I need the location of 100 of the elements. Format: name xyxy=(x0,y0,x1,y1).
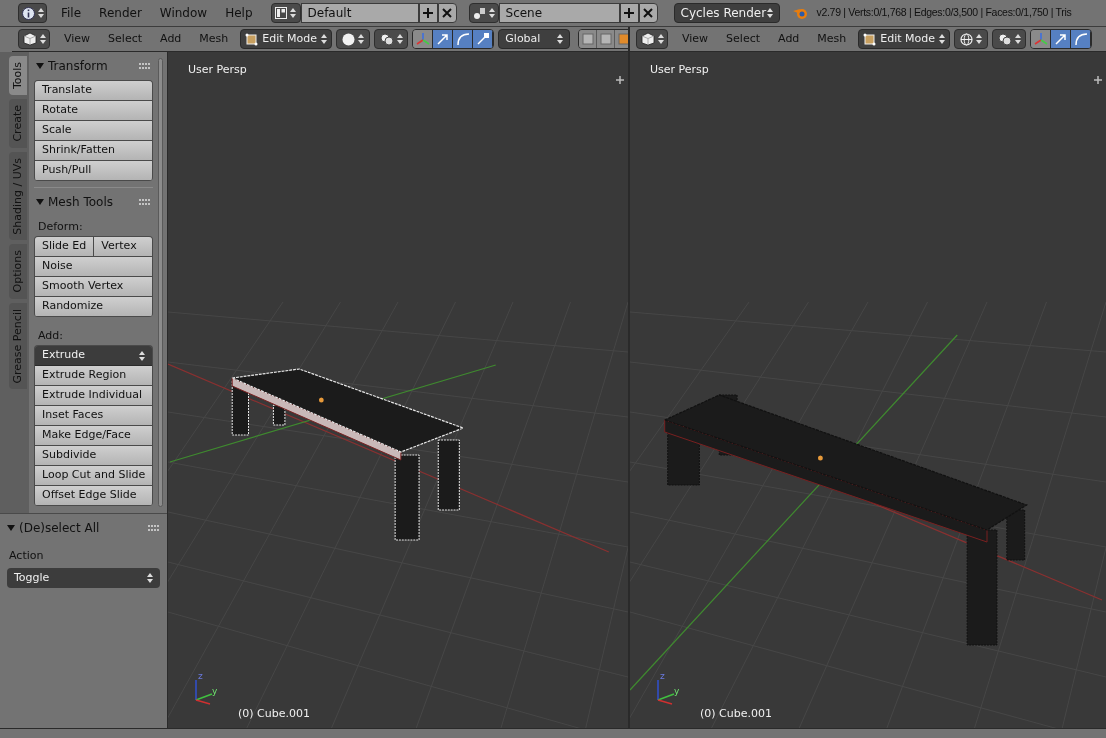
menu-item[interactable]: Select xyxy=(108,30,143,48)
plus-icon xyxy=(624,8,634,18)
up-down-arrows-icon xyxy=(557,34,564,44)
axes-icon xyxy=(415,32,430,46)
axes-icon xyxy=(1033,32,1048,46)
up-down-arrows-icon xyxy=(358,34,365,44)
up-down-arrows-icon xyxy=(657,34,664,44)
editor-type-dropdown[interactable] xyxy=(18,29,50,49)
pivot-icon xyxy=(379,32,394,46)
tool-button[interactable]: Push/Pull xyxy=(35,161,153,181)
scene-objects-icon xyxy=(472,6,486,20)
expand-corner-icon xyxy=(1094,76,1102,84)
tool-button[interactable]: Randomize xyxy=(35,297,153,317)
up-down-arrows-icon xyxy=(1014,34,1021,44)
menu-item[interactable]: Add xyxy=(160,30,182,48)
drag-grip-icon xyxy=(139,199,152,205)
menu-item[interactable]: Mesh xyxy=(199,30,229,48)
scene-dropdown[interactable] xyxy=(468,3,499,23)
screen-layout-dropdown[interactable] xyxy=(270,3,301,23)
manipulator-toggle[interactable] xyxy=(413,30,434,48)
vertical-tab[interactable]: Tools xyxy=(9,56,27,96)
tool-button[interactable]: Translate xyxy=(35,81,153,101)
tool-button[interactable]: Slide Ed xyxy=(35,237,95,257)
tool-button[interactable]: Rotate xyxy=(35,101,153,121)
close-icon xyxy=(442,8,452,18)
tool-button[interactable]: Vertex xyxy=(94,237,153,257)
menu-item[interactable]: Mesh xyxy=(817,30,847,48)
tool-button[interactable]: Extrude Region xyxy=(35,366,153,386)
up-down-arrows-icon xyxy=(321,34,328,44)
tool-button[interactable]: Extrude Individual xyxy=(35,386,153,406)
tool-button[interactable]: Subdivide xyxy=(35,446,153,466)
editor-type-dropdown[interactable] xyxy=(18,3,47,23)
manipulator-toggle[interactable] xyxy=(433,30,454,48)
arrow-icon xyxy=(1053,32,1068,46)
object-name-label: (0) Cube.001 xyxy=(238,705,310,722)
viewport-shading-dropdown[interactable] xyxy=(336,29,371,49)
extrude-dropdown[interactable]: Extrude xyxy=(35,346,153,366)
pivot-icon xyxy=(997,32,1012,46)
tool-button[interactable]: Smooth Vertex xyxy=(35,277,153,297)
menu-item[interactable]: File xyxy=(61,4,82,22)
scene-statistics: v2.79 | Verts:0/1,768 | Edges:0/3,500 | Faces:0/1,750 | Tris xyxy=(816,5,1072,21)
render-engine-dropdown[interactable]: Cycles Render xyxy=(673,3,780,23)
mode-dropdown[interactable]: Edit Mode xyxy=(240,29,333,49)
panel-title[interactable]: Transform xyxy=(48,57,108,75)
tool-button[interactable]: Loop Cut and Slide xyxy=(35,466,153,486)
up-down-arrows-icon xyxy=(488,8,495,18)
cube-icon xyxy=(599,33,612,45)
up-down-arrows-icon xyxy=(396,34,403,44)
up-down-arrows-icon xyxy=(39,34,46,44)
layer-cube-button[interactable] xyxy=(579,30,598,48)
action-dropdown[interactable]: Toggle xyxy=(7,568,160,588)
tool-button[interactable]: Offset Edge Slide xyxy=(35,486,153,506)
screen-name-field[interactable]: Default xyxy=(300,3,419,23)
up-down-arrows-icon xyxy=(139,350,146,361)
cube-icon xyxy=(640,32,655,46)
menu-item[interactable]: Render xyxy=(99,4,142,22)
manipulator-toggle[interactable] xyxy=(453,30,474,48)
menu-item[interactable]: Add xyxy=(778,30,800,48)
panel-title[interactable]: (De)select All xyxy=(19,519,100,537)
editor-type-dropdown[interactable] xyxy=(636,29,668,49)
up-down-arrows-icon xyxy=(37,8,44,18)
up-down-arrows-icon xyxy=(147,573,153,583)
viewport-shading-dropdown[interactable] xyxy=(954,29,989,49)
manipulator-toggle[interactable] xyxy=(1071,30,1092,48)
pivot-point-dropdown[interactable] xyxy=(374,29,409,49)
section-label: Deform: xyxy=(37,219,84,235)
tool-button[interactable]: Inset Faces xyxy=(35,406,153,426)
menu-item[interactable]: View xyxy=(64,30,91,48)
field-label: Action xyxy=(9,548,45,564)
tool-button[interactable]: Shrink/Fatten xyxy=(35,141,153,161)
menu-item[interactable]: View xyxy=(682,30,709,48)
plus-icon xyxy=(423,8,433,18)
section-label: Add: xyxy=(37,328,64,344)
mode-dropdown[interactable]: Edit Mode xyxy=(858,29,951,49)
axis-gizmo-drawing: z y xyxy=(652,672,684,706)
menu-item[interactable]: Help xyxy=(225,4,253,22)
manipulator-toggle[interactable] xyxy=(473,30,494,48)
layer-cube-button[interactable] xyxy=(597,30,616,48)
scene-name-field[interactable]: Scene xyxy=(498,3,620,23)
expand-corner-icon xyxy=(616,76,624,84)
arrow-icon xyxy=(435,32,450,46)
layout-icon xyxy=(275,7,287,19)
menu-item[interactable]: Select xyxy=(726,30,761,48)
arc-icon xyxy=(455,32,470,46)
orientation-dropdown[interactable]: Global xyxy=(498,29,571,49)
axis-gizmo-drawing: z y xyxy=(190,672,222,706)
up-down-arrows-icon xyxy=(766,8,773,18)
scale-handle-icon xyxy=(475,32,490,46)
tool-button[interactable]: Noise xyxy=(35,257,153,277)
manipulator-toggle[interactable] xyxy=(1051,30,1072,48)
panel-title[interactable]: Mesh Tools xyxy=(48,193,113,211)
drag-grip-icon xyxy=(139,63,152,69)
tool-button[interactable]: Make Edge/Face xyxy=(35,426,153,446)
pivot-point-dropdown[interactable] xyxy=(992,29,1027,49)
menu-item[interactable]: Window xyxy=(159,4,208,22)
tool-button[interactable]: Scale xyxy=(35,121,153,141)
cube-icon xyxy=(22,32,37,46)
close-icon xyxy=(643,8,653,18)
logo-icon xyxy=(791,6,810,20)
manipulator-toggle[interactable] xyxy=(1031,30,1052,48)
